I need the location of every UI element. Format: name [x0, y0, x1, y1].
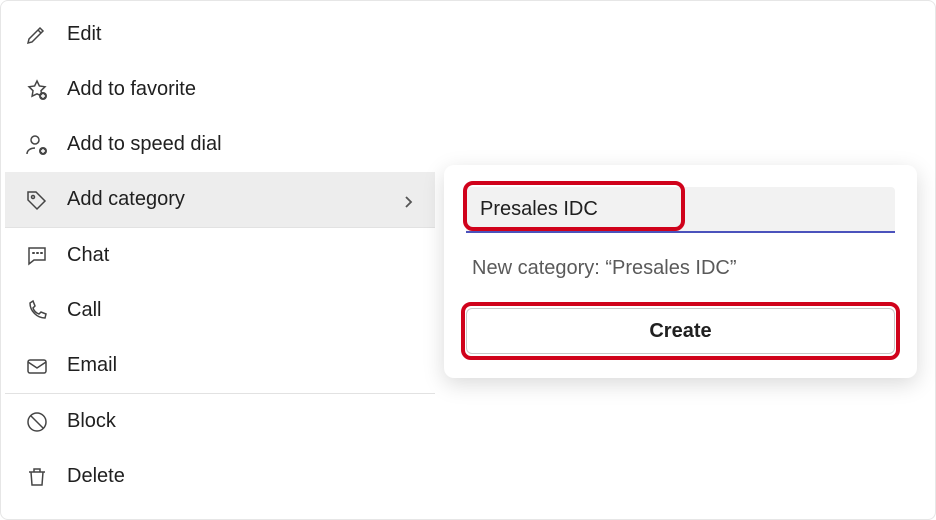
menu-call-label: Call — [67, 299, 417, 322]
menu-chat[interactable]: Chat — [5, 228, 435, 283]
menu-delete-label: Delete — [67, 465, 417, 488]
mail-icon — [23, 352, 51, 380]
menu-edit-label: Edit — [67, 23, 417, 46]
menu-add-category[interactable]: Add category — [5, 172, 435, 227]
block-icon — [23, 408, 51, 436]
menu-chat-label: Chat — [67, 244, 417, 267]
create-button[interactable]: Create — [466, 308, 895, 354]
menu-delete[interactable]: Delete — [5, 449, 435, 504]
menu-block[interactable]: Block — [5, 394, 435, 449]
trash-icon — [23, 463, 51, 491]
phone-icon — [23, 297, 51, 325]
new-category-text: New category: “Presales IDC” — [466, 257, 895, 280]
menu-email[interactable]: Email — [5, 338, 435, 393]
star-plus-icon — [23, 76, 51, 104]
menu-speed-dial-label: Add to speed dial — [67, 133, 417, 156]
tag-icon — [23, 186, 51, 214]
context-menu: Edit Add to favorite Add to speed dial A… — [5, 7, 435, 504]
menu-speed-dial[interactable]: Add to speed dial — [5, 117, 435, 172]
category-input-wrap — [466, 187, 895, 233]
create-button-wrap: Create — [466, 308, 895, 354]
person-plus-icon — [23, 131, 51, 159]
add-category-flyout: New category: “Presales IDC” Create — [444, 165, 917, 378]
category-input[interactable] — [466, 187, 895, 233]
menu-add-category-label: Add category — [67, 188, 401, 211]
chevron-right-icon — [401, 192, 417, 208]
menu-edit[interactable]: Edit — [5, 7, 435, 62]
menu-email-label: Email — [67, 354, 417, 377]
pencil-icon — [23, 21, 51, 49]
menu-favorite-label: Add to favorite — [67, 78, 417, 101]
menu-call[interactable]: Call — [5, 283, 435, 338]
menu-favorite[interactable]: Add to favorite — [5, 62, 435, 117]
chat-icon — [23, 242, 51, 270]
menu-block-label: Block — [67, 410, 417, 433]
